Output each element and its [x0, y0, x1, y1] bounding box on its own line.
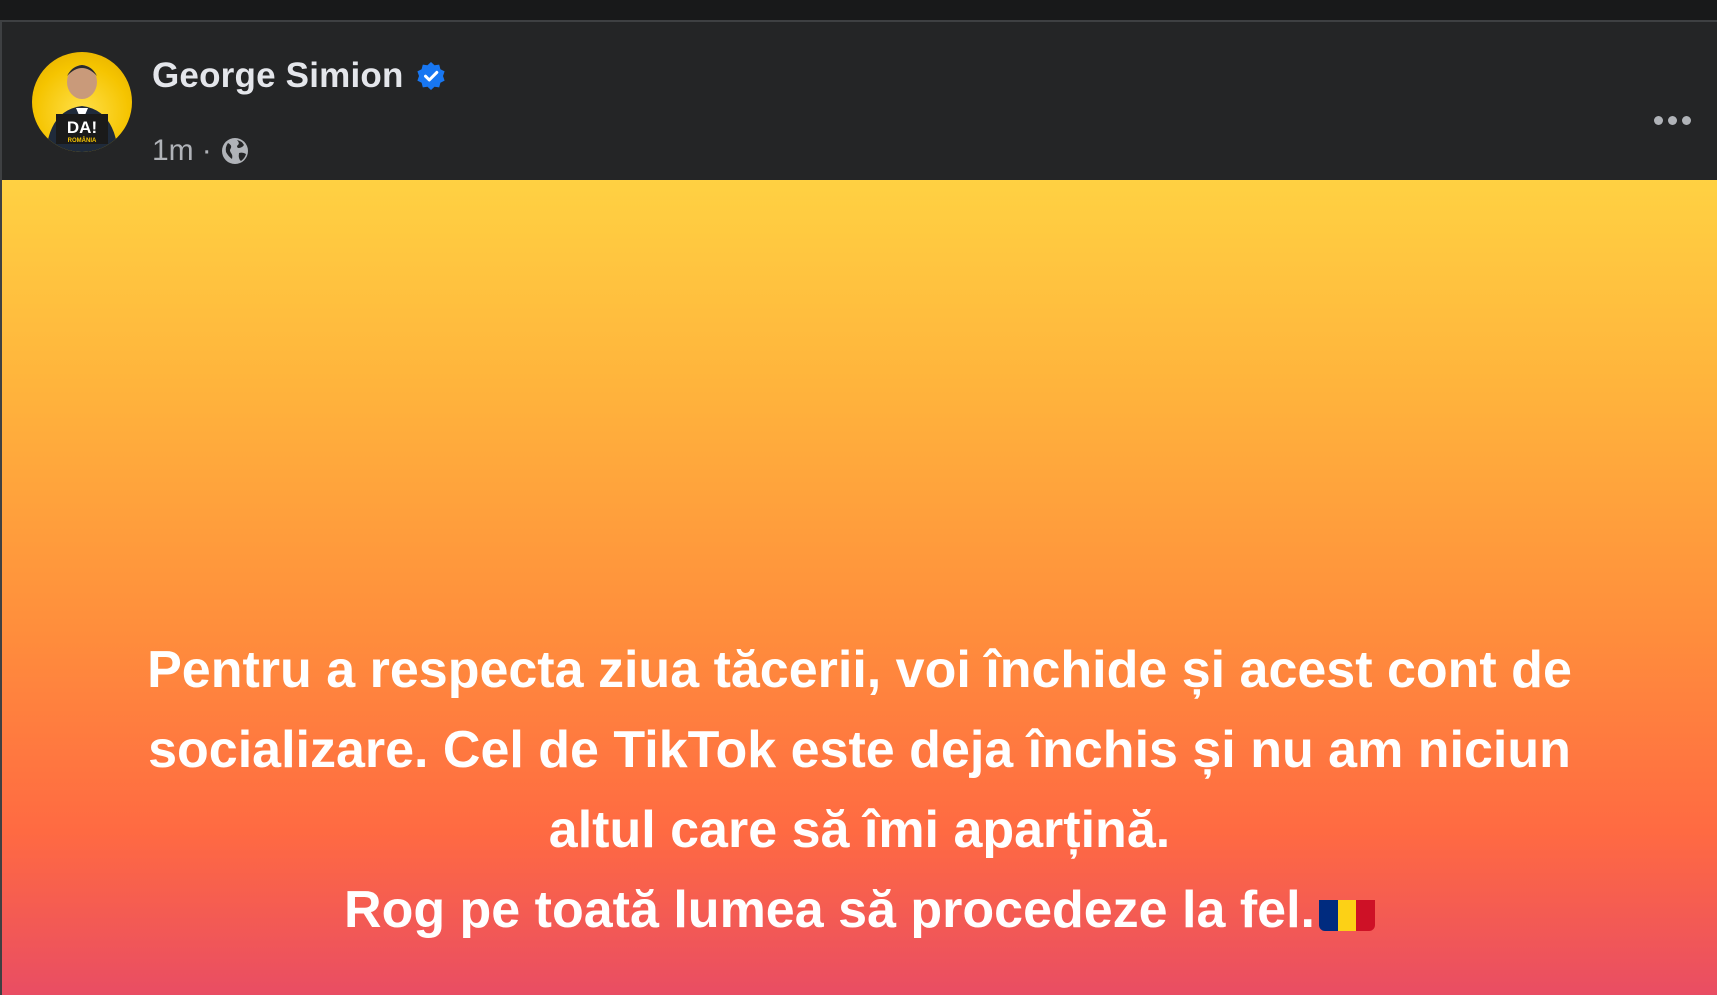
author-line: George Simion	[152, 54, 446, 98]
author-name[interactable]: George Simion	[152, 56, 404, 96]
globe-icon[interactable]	[220, 136, 250, 166]
post-text-line: socializare. Cel de TikTok este deja înc…	[148, 721, 1571, 779]
post-text-line: altul care să îmi aparțină.	[548, 801, 1171, 859]
meta-separator: ·	[201, 134, 212, 167]
facebook-post: DA! ROMÂNIA George Simion 1m · Pentru a …	[0, 22, 1717, 995]
post-content-background: Pentru a respecta ziua tăcerii, voi înch…	[2, 180, 1717, 995]
post-header: DA! ROMÂNIA George Simion 1m ·	[2, 22, 1717, 180]
verified-badge-icon	[416, 61, 446, 91]
avatar-logo-text: DA!	[67, 118, 97, 137]
post-text: Pentru a respecta ziua tăcerii, voi înch…	[42, 630, 1677, 950]
post-text-line-4: Rog pe toată lumea să procedeze la fel.	[344, 881, 1315, 939]
post-timestamp[interactable]: 1m	[152, 134, 194, 168]
avatar-logo-subtext: ROMÂNIA	[68, 137, 97, 144]
romania-flag-icon	[1319, 887, 1375, 931]
top-divider	[0, 0, 1717, 22]
post-meta: 1m ·	[152, 134, 250, 168]
post-text-line: Pentru a respecta ziua tăcerii, voi înch…	[147, 641, 1572, 699]
more-options-icon	[1653, 115, 1663, 125]
avatar[interactable]: DA! ROMÂNIA	[32, 52, 132, 152]
post-text-line-last: Rog pe toată lumea să procedeze la fel.	[42, 870, 1677, 950]
more-options-button[interactable]	[1647, 102, 1697, 138]
